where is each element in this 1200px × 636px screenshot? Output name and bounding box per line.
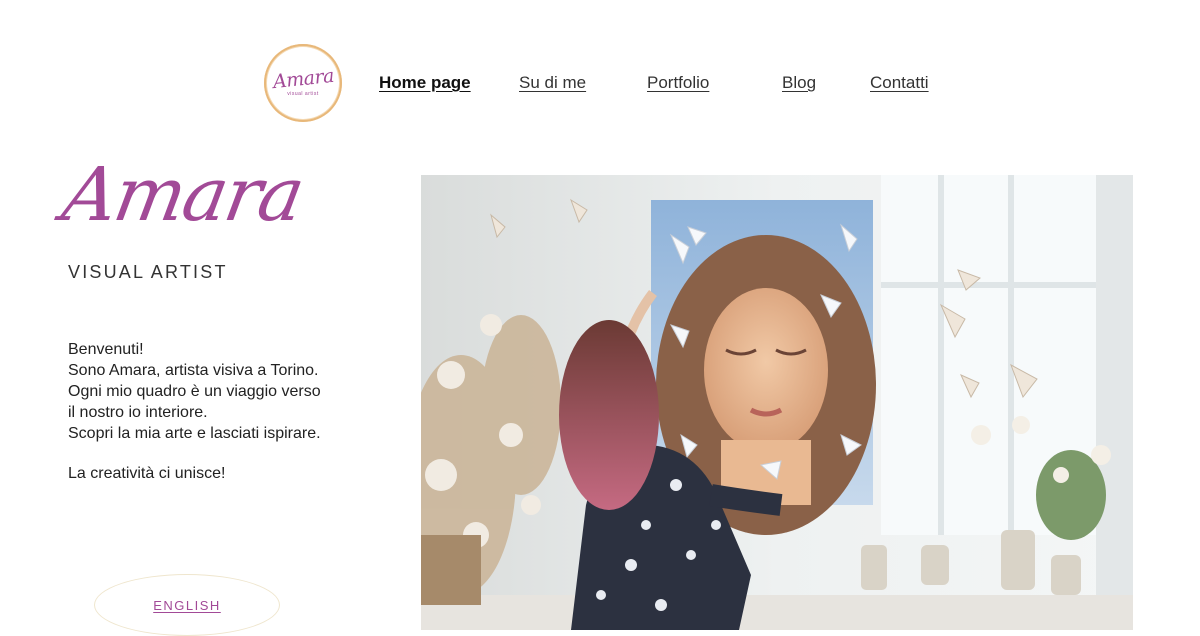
- logo[interactable]: Amara visual artist: [264, 44, 342, 122]
- nav-portfolio[interactable]: Portfolio: [647, 73, 709, 93]
- nav-contact[interactable]: Contatti: [870, 73, 929, 93]
- artist-studio-photo-icon: [421, 175, 1133, 630]
- logo-tagline: visual artist: [287, 90, 319, 97]
- intro-line: Benvenuti!: [68, 341, 144, 358]
- intro-line: Scopri la mia arte e lasciati ispirare.: [68, 425, 321, 442]
- nav-blog[interactable]: Blog: [782, 73, 816, 93]
- intro-line: Sono Amara, artista visiva a Torino.: [68, 362, 319, 379]
- brand-name: Amara: [56, 152, 309, 238]
- english-language-button[interactable]: ENGLISH: [94, 574, 280, 636]
- hero-image: [421, 175, 1133, 630]
- intro-line: il nostro io interiore.: [68, 404, 208, 421]
- nav-about[interactable]: Su di me: [519, 73, 586, 93]
- brand-subtitle: VISUAL ARTIST: [68, 262, 228, 282]
- intro-line: Ogni mio quadro è un viaggio verso: [68, 383, 321, 400]
- nav-home[interactable]: Home page: [379, 73, 471, 93]
- logo-wordmark: Amara: [271, 64, 335, 93]
- tagline: La creatività ci unisce!: [68, 465, 226, 482]
- intro-text: Benvenuti! Sono Amara, artista visiva a …: [68, 339, 398, 444]
